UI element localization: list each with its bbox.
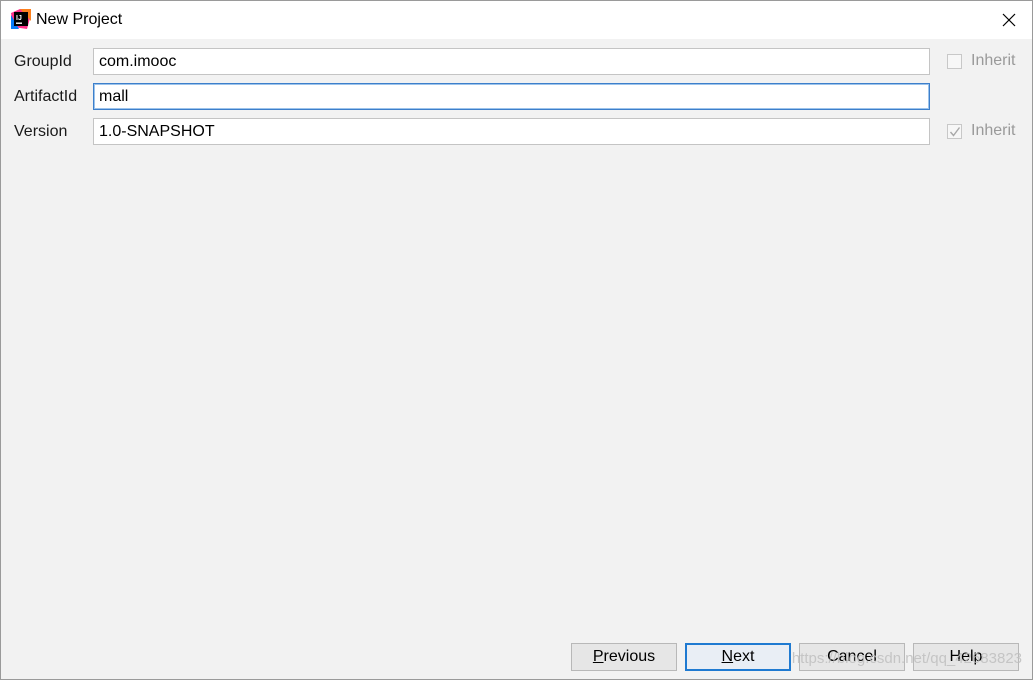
checkbox-unchecked[interactable]	[947, 53, 962, 69]
groupid-inherit-checkbox[interactable]: Inherit	[947, 52, 1015, 70]
close-button[interactable]	[986, 1, 1032, 39]
previous-mnemonic: P	[592, 648, 604, 665]
next-label: ext	[733, 648, 755, 665]
groupid-inherit-label: Inherit	[971, 52, 1016, 69]
new-project-dialog: IJ New Project GroupId Inherit ArtifactI…	[0, 0, 1033, 680]
checkmark-icon	[949, 126, 961, 137]
cancel-button[interactable]: Cancel	[799, 643, 905, 671]
artifactid-input[interactable]	[93, 83, 930, 110]
close-icon	[1002, 13, 1016, 27]
version-input[interactable]	[93, 118, 930, 145]
svg-text:IJ: IJ	[16, 15, 22, 22]
title-bar: IJ New Project	[1, 1, 1032, 39]
previous-label: revious	[603, 648, 656, 665]
groupid-label: GroupId	[14, 53, 72, 70]
intellij-idea-icon: IJ	[11, 9, 31, 29]
groupid-input[interactable]	[93, 48, 930, 75]
artifactid-label: ArtifactId	[14, 88, 78, 105]
help-button[interactable]: Help	[913, 643, 1019, 671]
next-mnemonic: N	[721, 648, 734, 665]
cancel-label: Cancel	[827, 648, 877, 665]
next-button[interactable]: Next	[685, 643, 791, 671]
version-inherit-label: Inherit	[971, 122, 1016, 139]
window-title: New Project	[36, 11, 123, 28]
previous-button[interactable]: Previous	[571, 643, 677, 671]
checkbox-checked[interactable]	[947, 123, 962, 139]
version-inherit-checkbox[interactable]: Inherit	[947, 122, 1015, 140]
version-label: Version	[14, 123, 68, 140]
help-label: Help	[949, 648, 983, 665]
